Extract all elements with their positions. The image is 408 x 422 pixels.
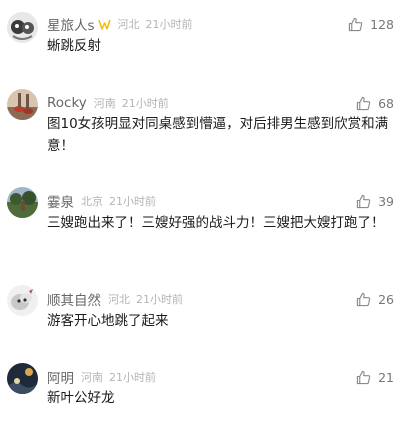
comment-meta: 阿明 河南 21小时前 bbox=[47, 366, 156, 388]
comment-item: 顺其自然 河北 21小时前 26 游客开心地跳了起来 bbox=[0, 284, 408, 339]
avatar[interactable] bbox=[7, 285, 38, 316]
comment-text: 游客开心地跳了起来 bbox=[47, 313, 169, 329]
comment-text: 图10女孩明显对同桌感到懵逼，对后排男生感到欣赏和满意！ bbox=[47, 116, 389, 154]
location: 河南 bbox=[93, 97, 116, 110]
like-button[interactable]: 68 bbox=[356, 94, 394, 112]
timestamp: 21小时前 bbox=[109, 195, 156, 208]
comment-meta: Rocky 河南 21小时前 bbox=[47, 92, 169, 114]
like-button[interactable]: 26 bbox=[356, 290, 394, 308]
location: 北京 bbox=[81, 195, 103, 208]
comment-meta: 霎泉 北京 21小时前 bbox=[47, 190, 156, 212]
comment-item: Rocky 河南 21小时前 68 图10女孩明显对同桌感到懵逼，对后排男生感到… bbox=[0, 88, 408, 163]
thumbs-up-icon bbox=[356, 194, 371, 208]
like-count: 68 bbox=[378, 95, 394, 111]
timestamp: 21小时前 bbox=[145, 18, 193, 31]
comment-item: 阿明 河南 21小时前 21 新叶公好龙 bbox=[0, 362, 408, 417]
like-count: 26 bbox=[378, 291, 394, 307]
username[interactable]: Rocky bbox=[47, 95, 87, 111]
thumbs-up-icon bbox=[356, 292, 371, 306]
badge-icon bbox=[97, 19, 111, 30]
thumbs-up-icon bbox=[348, 17, 363, 31]
comment-text: 新叶公好龙 bbox=[47, 390, 115, 406]
location: 河南 bbox=[81, 371, 103, 384]
location: 河北 bbox=[108, 293, 130, 306]
comment-text: 三嫂跑出来了！三嫂好强的战斗力！三嫂把大嫂打跑了！ bbox=[47, 215, 385, 231]
like-count: 21 bbox=[378, 369, 394, 385]
thumbs-up-icon bbox=[356, 96, 371, 110]
timestamp: 21小时前 bbox=[136, 293, 183, 306]
username[interactable]: 星旅人s bbox=[47, 14, 95, 34]
username[interactable]: 霎泉 bbox=[47, 191, 74, 211]
comment-meta: 星旅人s 河北 21小时前 bbox=[47, 13, 193, 35]
like-button[interactable]: 21 bbox=[356, 368, 394, 386]
comment-meta: 顺其自然 河北 21小时前 bbox=[47, 288, 183, 310]
timestamp: 21小时前 bbox=[109, 371, 156, 384]
comment-item: 霎泉 北京 21小时前 39 三嫂跑出来了！三嫂好强的战斗力！三嫂把大嫂打跑了！ bbox=[0, 186, 408, 261]
username[interactable]: 顺其自然 bbox=[47, 289, 101, 309]
like-count: 128 bbox=[370, 16, 394, 32]
username[interactable]: 阿明 bbox=[47, 367, 74, 387]
like-button[interactable]: 39 bbox=[356, 192, 394, 210]
thumbs-up-icon bbox=[356, 370, 371, 384]
avatar[interactable] bbox=[7, 89, 38, 120]
comment-text: 蜥跳反射 bbox=[47, 38, 101, 54]
location: 河北 bbox=[117, 18, 140, 31]
timestamp: 21小时前 bbox=[121, 97, 169, 110]
avatar[interactable] bbox=[7, 363, 38, 394]
like-count: 39 bbox=[378, 193, 394, 209]
avatar[interactable] bbox=[7, 187, 38, 218]
like-button[interactable]: 128 bbox=[348, 15, 394, 33]
comment-list: 星旅人s 河北 21小时前 128 蜥跳反射 Rocky 河南 21小时前 68… bbox=[0, 0, 408, 422]
comment-item: 星旅人s 河北 21小时前 128 蜥跳反射 bbox=[0, 9, 408, 69]
avatar[interactable] bbox=[7, 12, 38, 43]
